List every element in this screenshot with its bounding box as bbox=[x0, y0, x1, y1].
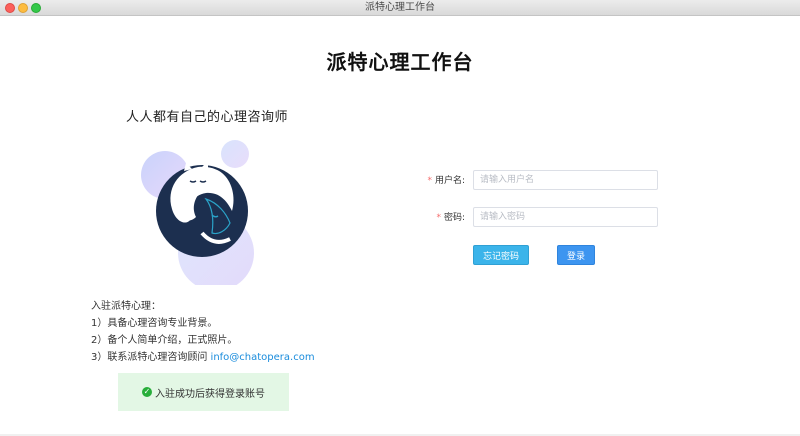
password-label: * 密码: bbox=[436, 213, 465, 223]
join-notice: ✓ 入驻成功后获得登录账号 bbox=[118, 373, 289, 411]
join-info-line: 2）备个人简单介绍，正式照片。 bbox=[91, 335, 238, 346]
notice-text: 入驻成功后获得登录账号 bbox=[155, 388, 265, 400]
check-circle-icon: ✓ bbox=[142, 387, 152, 397]
contact-email-link[interactable]: info@chatopera.com bbox=[211, 352, 315, 363]
join-info-line: 1）具备心理咨询专业背景。 bbox=[91, 318, 218, 329]
app-logo bbox=[141, 140, 254, 285]
required-mark: * bbox=[427, 176, 432, 186]
forgot-password-button[interactable]: 忘记密码 bbox=[473, 245, 529, 265]
page-title: 派特心理工作台 bbox=[326, 50, 474, 74]
username-input[interactable] bbox=[473, 170, 658, 190]
password-input[interactable] bbox=[473, 207, 658, 227]
login-button[interactable]: 登录 bbox=[557, 245, 595, 265]
slogan: 人人都有自己的心理咨询师 bbox=[126, 110, 289, 125]
username-label: * 用户名: bbox=[427, 176, 465, 186]
window-titlebar: 派特心理工作台 bbox=[0, 0, 800, 16]
contact-prefix: 3）联系派特心理咨询顾问 bbox=[91, 352, 211, 363]
required-mark: * bbox=[436, 213, 441, 223]
join-info-heading: 入驻派特心理： bbox=[91, 301, 161, 312]
window-title: 派特心理工作台 bbox=[365, 2, 435, 13]
username-row: * 用户名: bbox=[400, 170, 700, 190]
password-row: * 密码: bbox=[400, 207, 700, 227]
join-info: 入驻派特心理： 1）具备心理咨询专业背景。 2）备个人简单介绍，正式照片。 3）… bbox=[91, 298, 315, 366]
join-info-contact: 3）联系派特心理咨询顾问 info@chatopera.com bbox=[91, 349, 315, 366]
